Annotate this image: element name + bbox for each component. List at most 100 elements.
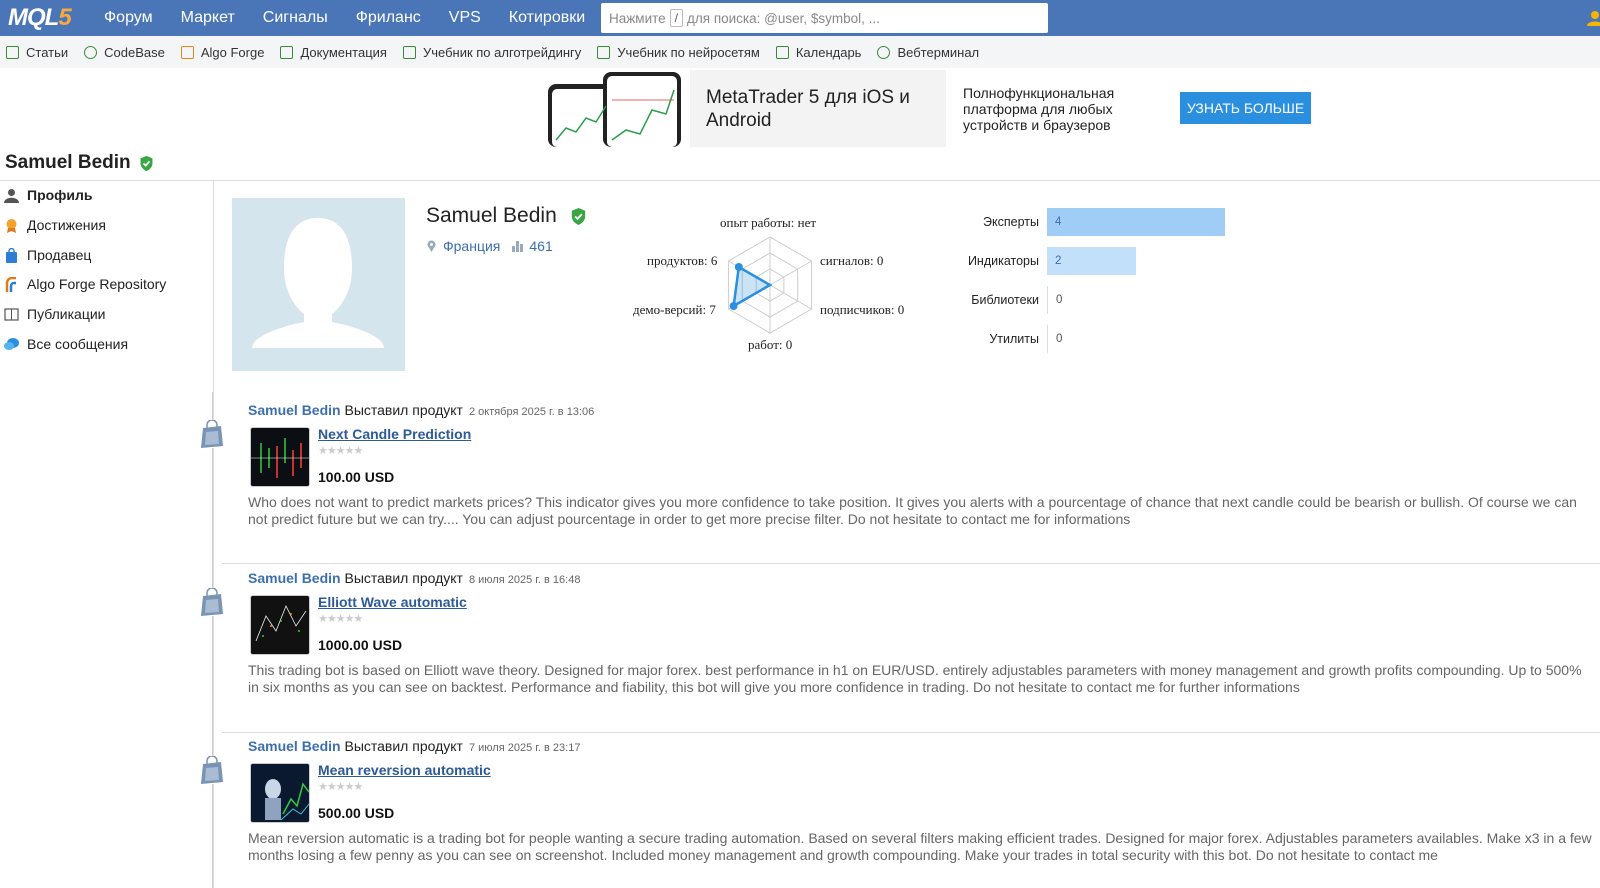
search-input[interactable]: Нажмите / для поиска: @user, $symbol, ..… <box>601 3 1048 33</box>
category-row[interactable]: Утилиты 0 <box>920 325 1062 353</box>
secondary-navigation: Статьи CodeBase Algo Forge Документация … <box>0 36 1600 68</box>
documentation-icon <box>280 45 294 59</box>
product-rating-stars: ★★★★★ <box>318 613 363 625</box>
product-title-link[interactable]: Elliott Wave automatic <box>318 594 467 610</box>
category-label: Индикаторы <box>967 254 1039 268</box>
subnav-item-documentation[interactable]: Документация <box>280 45 387 60</box>
profile-name: Samuel Bedin <box>426 204 588 228</box>
feed-header: Samuel Bedin Выставил продукт 7 июля 2025… <box>248 738 580 754</box>
product-thumbnail[interactable] <box>250 763 310 823</box>
nav-item-freelance[interactable]: Фриланс <box>342 0 435 36</box>
feed-author-link[interactable]: Samuel Bedin <box>248 402 341 418</box>
feed-date: 7 июля 2025 г. в 23:17 <box>468 742 581 754</box>
top-navigation: MQL 5 Форум Маркет Сигналы Фриланс VPS Ко… <box>0 0 1600 36</box>
main-nav: Форум Маркет Сигналы Фриланс VPS Котиров… <box>90 0 599 36</box>
messages-icon <box>4 337 19 350</box>
phones-image <box>548 72 681 147</box>
verified-icon <box>140 155 153 171</box>
profile-rating[interactable]: 461 <box>529 238 552 254</box>
profile-country[interactable]: Франция <box>443 238 500 254</box>
category-label: Библиотеки <box>971 293 1039 307</box>
product-price: 500.00 USD <box>318 805 395 821</box>
feed-date: 8 июля 2025 г. в 16:48 <box>468 574 581 586</box>
neural-book-icon <box>597 45 611 59</box>
nav-item-forum[interactable]: Форум <box>90 0 167 36</box>
sidebar-item-seller[interactable]: Продавец <box>4 247 91 263</box>
nav-item-market[interactable]: Маркет <box>167 0 249 36</box>
radar-label-jobs: работ: 0 <box>748 337 793 352</box>
category-row[interactable]: Эксперты 4 <box>920 208 1225 236</box>
category-bar: 2 <box>1047 247 1136 275</box>
sidebar-item-profile[interactable]: Профиль <box>4 187 93 203</box>
category-value: 0 <box>1047 325 1062 353</box>
product-bag-icon <box>199 588 225 616</box>
sidebar-item-publications[interactable]: Публикации <box>4 306 105 322</box>
sidebar-item-achievements[interactable]: Достижения <box>4 217 106 233</box>
product-price: 100.00 USD <box>318 469 395 485</box>
feed-author-link[interactable]: Samuel Bedin <box>248 570 341 586</box>
sidebar-item-algo-forge-repository[interactable]: Algo Forge Repository <box>4 276 166 292</box>
product-bag-icon <box>199 756 225 784</box>
award-icon <box>6 218 17 233</box>
nav-item-quotes[interactable]: Котировки <box>495 0 599 36</box>
product-title-link[interactable]: Mean reversion automatic <box>318 762 491 778</box>
category-row[interactable]: Библиотеки 0 <box>920 286 1062 314</box>
user-icon[interactable] <box>1586 10 1600 26</box>
search-prefix: Нажмите <box>609 10 666 26</box>
radar-label-demos: демо-версий: 7 <box>633 302 716 317</box>
globe-icon <box>877 45 891 59</box>
feed-author-link[interactable]: Samuel Bedin <box>248 738 341 754</box>
subnav-item-algo-forge[interactable]: Algo Forge <box>180 45 264 60</box>
nav-item-signals[interactable]: Сигналы <box>249 0 342 36</box>
algo-forge-icon <box>5 276 16 292</box>
feed-divider <box>222 563 1600 564</box>
algo-forge-icon <box>180 45 194 59</box>
verified-icon <box>571 207 585 225</box>
product-rating-stars: ★★★★★ <box>318 781 363 793</box>
feed-timeline <box>212 392 213 888</box>
category-label: Утилиты <box>989 332 1039 346</box>
feed-action: Выставил продукт <box>344 402 463 418</box>
radar-point-products <box>734 263 743 271</box>
shopping-bag-icon <box>6 247 17 263</box>
promo-banner[interactable]: MetaTrader 5 для iOS и Android Полнофунк… <box>548 70 1311 147</box>
subnav-item-articles[interactable]: Статьи <box>6 45 68 60</box>
learn-more-button[interactable]: УЗНАТЬ БОЛЬШЕ <box>1180 92 1311 124</box>
product-description: Mean reversion automatic is a trading bo… <box>248 830 1592 863</box>
codebase-icon <box>84 45 98 59</box>
articles-icon <box>6 45 19 59</box>
subnav-item-codebase[interactable]: CodeBase <box>84 45 165 60</box>
activity-radar: опыт работы: нет продуктов: 6 сигналов: … <box>620 210 920 360</box>
product-bag-icon <box>199 420 225 448</box>
feed-action: Выставил продукт <box>344 570 463 586</box>
category-label: Эксперты <box>983 215 1039 229</box>
rating-bars-icon <box>512 241 524 252</box>
subnav-item-algotrading-book[interactable]: Учебник по алготрейдингу <box>402 45 581 60</box>
search-shortcut-key: / <box>669 9 683 27</box>
product-description: Who does not want to predict markets pri… <box>248 494 1577 527</box>
mql5-logo[interactable]: MQL 5 <box>8 4 72 31</box>
sidebar-item-all-messages[interactable]: Все сообщения <box>4 336 128 352</box>
subnav-item-neural-book[interactable]: Учебник по нейросетям <box>597 45 760 60</box>
product-thumbnail[interactable] <box>250 427 310 487</box>
page-title: Samuel Bedin <box>5 152 155 174</box>
category-bar: 4 <box>1047 208 1225 236</box>
subnav-item-webterminal[interactable]: Вебтерминал <box>877 45 979 60</box>
subnav-item-calendar[interactable]: Календарь <box>775 45 861 60</box>
product-title-link[interactable]: Next Candle Prediction <box>318 426 471 442</box>
radar-data-shape <box>732 264 773 309</box>
product-description: This trading bot is based on Elliott wav… <box>248 662 1582 695</box>
radar-label-subscribers: подписчиков: 0 <box>820 302 905 317</box>
feed-action: Выставил продукт <box>344 738 463 754</box>
feed-date: 2 октября 2025 г. в 13:06 <box>468 406 595 418</box>
profile-meta: Франция 461 <box>426 238 553 254</box>
category-row[interactable]: Индикаторы 2 <box>920 247 1136 275</box>
feed-header: Samuel Bedin Выставил продукт 8 июля 2025… <box>248 570 580 586</box>
profile-sidebar: Профиль Достижения Продавец Algo Forge R… <box>0 181 214 888</box>
calendar-icon <box>775 45 789 59</box>
radar-label-signals: сигналов: 0 <box>820 253 884 268</box>
nav-item-vps[interactable]: VPS <box>435 0 495 36</box>
radar-label-experience: опыт работы: нет <box>720 215 817 230</box>
product-thumbnail[interactable] <box>250 595 310 655</box>
radar-label-products: продуктов: 6 <box>647 253 718 268</box>
